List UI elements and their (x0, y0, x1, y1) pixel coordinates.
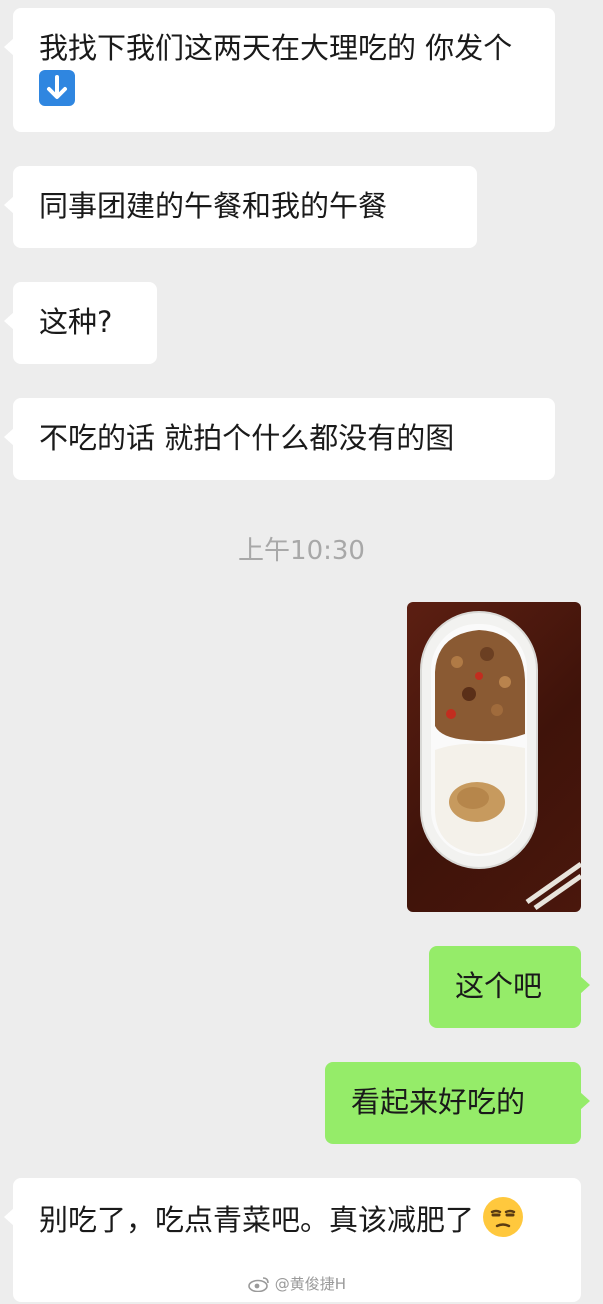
lunch-box-photo[interactable] (407, 602, 581, 912)
message-text: 这种? (39, 305, 113, 339)
message-row: 看起来好吃的 (325, 1062, 590, 1144)
weibo-watermark: @黄俊捷H (248, 1273, 346, 1294)
message-row: 这个吧 (429, 946, 590, 1028)
outgoing-message-bubble[interactable]: 看起来好吃的 (325, 1062, 590, 1144)
incoming-message-bubble[interactable]: 不吃的话 就拍个什么都没有的图 (4, 398, 555, 480)
incoming-message-bubble[interactable]: 这种? (4, 282, 157, 364)
message-text: 看起来好吃的 (351, 1085, 526, 1119)
message-text: 别吃了，吃点青菜吧。真该减肥了 (39, 1203, 475, 1237)
chat-timestamp: 上午10:30 (238, 536, 365, 566)
lunch-box-icon (420, 611, 581, 911)
message-text: 不吃的话 就拍个什么都没有的图 (39, 421, 455, 455)
message-row: 同事团建的午餐和我的午餐 (4, 166, 477, 248)
unamused-face-emoji-icon (483, 1197, 524, 1237)
message-text: 同事团建的午餐和我的午餐 (39, 189, 388, 223)
incoming-message-bubble[interactable]: 同事团建的午餐和我的午餐 (4, 166, 477, 248)
outgoing-message-bubble[interactable]: 这个吧 (429, 946, 590, 1028)
incoming-message-bubble[interactable]: 我找下我们这两天在大理吃的 你发个 (4, 8, 555, 132)
message-row: 这种? (4, 282, 157, 364)
weibo-logo-icon (248, 1277, 269, 1293)
down-arrow-emoji-icon (39, 70, 75, 106)
message-text: 这个吧 (455, 969, 543, 1003)
message-row: 我找下我们这两天在大理吃的 你发个 (4, 8, 555, 132)
message-row: 不吃的话 就拍个什么都没有的图 (4, 398, 555, 480)
message-text: 我找下我们这两天在大理吃的 你发个 (39, 31, 513, 65)
watermark-text: @黄俊捷H (274, 1275, 347, 1293)
